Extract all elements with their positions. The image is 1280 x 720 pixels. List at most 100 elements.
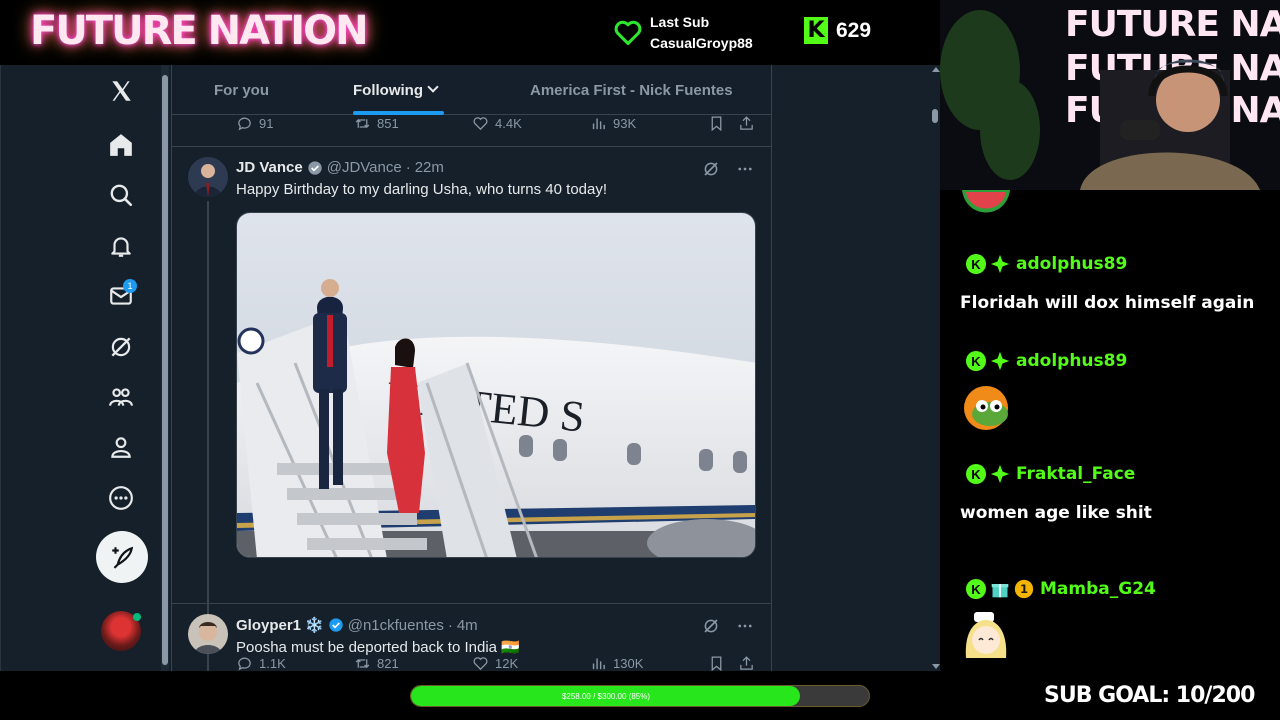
timeline: For you Following America First - Nick F… — [171, 65, 772, 671]
tweet-avatar[interactable] — [188, 157, 228, 197]
chat-username-row: K adolphus89 — [966, 351, 1127, 371]
tab-america-first[interactable]: America First - Nick Fuentes — [530, 65, 733, 115]
last-sub-name: CasualGroyp88 — [650, 35, 753, 51]
bottom-bar: $258.00 / $300.00 (85%) SUB GOAL: 10/200 — [0, 671, 1280, 720]
scroll-up-icon[interactable] — [932, 67, 940, 72]
top-bar: FUTURE NATION Last Sub CasualGroyp88 K 6… — [0, 0, 940, 65]
x-app-window: 1 For you Following America First - Nick… — [0, 65, 941, 671]
reply-button[interactable]: 91 — [236, 115, 273, 132]
chat-panel: K adolphus89 Floridah will dox himself a… — [940, 190, 1280, 670]
bookmark-button[interactable] — [708, 115, 725, 132]
share-icon — [740, 116, 753, 130]
tweet-text: Happy Birthday to my darling Usha, who t… — [236, 181, 608, 198]
tab-for-you[interactable]: For you — [214, 65, 269, 115]
tweet-text: Poosha must be deported back to India 🇮🇳 — [236, 639, 520, 656]
tweet-jd-vance[interactable]: JD Vance @JDVance · 22m Happy Birthday t… — [172, 147, 771, 671]
donation-goal-text: $258.00 / $300.00 (85%) — [561, 691, 651, 701]
notifications-icon[interactable] — [91, 226, 151, 266]
views-bar-icon — [592, 118, 605, 130]
x-sidebar: 1 — [91, 65, 151, 671]
tweet-header-icons — [702, 617, 754, 635]
chat-username[interactable]: Mamba_G24 — [1040, 579, 1156, 599]
chevron-down-icon — [427, 81, 439, 93]
tweet-gloyper1[interactable]: Gloyper1 ❄️ @n1ckfuentes · 4m Poosha mus… — [172, 604, 771, 671]
chat-username[interactable]: Fraktal_Face — [1016, 464, 1135, 484]
tab-following[interactable]: Following — [353, 65, 439, 115]
chat-username-row: K Fraktal_Face — [966, 464, 1135, 484]
repost-button[interactable]: 851 — [354, 115, 399, 132]
bookmark-icon — [711, 116, 722, 132]
grok-icon[interactable] — [702, 617, 720, 635]
messages-badge: 1 — [123, 279, 137, 293]
channel-logo: FUTURE NATION — [30, 8, 369, 54]
search-icon[interactable] — [91, 175, 151, 215]
kick-logo-icon: K — [804, 17, 828, 44]
author-name[interactable]: JD Vance — [236, 159, 303, 176]
reply-icon — [238, 117, 251, 131]
heart-outline-icon — [473, 117, 488, 131]
feather-plus-icon — [112, 546, 134, 569]
share-button[interactable] — [738, 115, 755, 132]
viewer-count-widget: K 629 — [804, 17, 871, 44]
x-logo-icon[interactable] — [91, 71, 151, 111]
scroll-down-icon[interactable] — [932, 664, 940, 669]
chat-message: women age like shit — [960, 503, 1152, 523]
more-icon[interactable] — [91, 478, 151, 518]
tweet-header: Gloyper1 ❄️ @n1ckfuentes · 4m — [236, 616, 478, 635]
views-button[interactable]: 93K — [590, 115, 636, 132]
webcam-feed: FUTURE NATION FUTURE NATION FUTURE NATIO… — [940, 0, 1280, 190]
green-gem-icon — [990, 351, 1010, 371]
neon-sign-line: FUTURE NATION — [1065, 4, 1280, 45]
verified-badge-icon — [308, 160, 322, 175]
kick-sub-badge-icon: K — [966, 579, 986, 599]
more-options-icon[interactable] — [736, 617, 754, 635]
tweet-time[interactable]: 4m — [457, 617, 478, 634]
timeline-tabs: For you Following America First - Nick F… — [172, 65, 771, 115]
kick-sub-badge-icon: K — [966, 351, 986, 371]
profile-icon[interactable] — [91, 427, 151, 467]
messages-icon[interactable]: 1 — [91, 276, 151, 316]
repost-icon — [355, 119, 370, 128]
chat-username[interactable]: adolphus89 — [1016, 254, 1127, 274]
stream-overlay: FUTURE NATION Last Sub CasualGroyp88 K 6… — [0, 0, 1280, 720]
grok-icon[interactable] — [702, 160, 720, 178]
communities-icon[interactable] — [91, 377, 151, 417]
verified-badge-icon — [329, 618, 343, 632]
sub-goal-label: SUB GOAL: 10/200 — [1044, 683, 1255, 708]
watermelon-emote — [960, 190, 1012, 228]
green-gem-icon — [990, 254, 1010, 274]
gift-icon — [991, 584, 1009, 598]
prev-tweet-actions: 91 851 4.4K 93K — [236, 115, 756, 135]
author-handle[interactable]: @JDVance — [327, 159, 402, 176]
post-button[interactable] — [96, 531, 148, 583]
last-sub-widget: Last Sub CasualGroyp88 — [614, 12, 753, 54]
online-status-dot — [133, 613, 141, 621]
viewer-count: 629 — [836, 18, 872, 42]
chat-username-row: K adolphus89 — [966, 254, 1127, 274]
donation-goal-bar: $258.00 / $300.00 (85%) — [410, 685, 870, 707]
chat-username-row: K 1 Mamba_G24 — [966, 579, 1156, 599]
grok-icon[interactable] — [91, 327, 151, 367]
chat-message: Floridah will dox himself again — [960, 293, 1255, 313]
author-name[interactable]: Gloyper1 — [236, 617, 301, 634]
tweet-header: JD Vance @JDVance · 22m — [236, 159, 444, 176]
scroll-thumb[interactable] — [932, 109, 938, 123]
pepe-orange-emote — [960, 382, 1012, 430]
home-icon[interactable] — [91, 125, 151, 165]
more-options-icon[interactable] — [736, 160, 754, 178]
tweet-header-icons — [702, 160, 754, 178]
like-button[interactable]: 4.4K — [472, 115, 522, 132]
sub-month-1-badge-icon: 1 — [1014, 579, 1034, 599]
kick-sub-badge-icon: K — [966, 464, 986, 484]
heart-icon — [614, 20, 642, 46]
last-sub-label: Last Sub — [650, 14, 710, 30]
tweet-avatar[interactable] — [188, 614, 228, 654]
kick-sub-badge-icon: K — [966, 254, 986, 274]
tweet-photo[interactable]: UNITED S — [236, 212, 756, 558]
sidebar-scrollbar[interactable] — [161, 65, 169, 671]
tweet-time[interactable]: 22m — [415, 159, 444, 176]
author-handle[interactable]: @n1ckfuentes — [348, 617, 444, 634]
chat-username[interactable]: adolphus89 — [1016, 351, 1127, 371]
green-gem-icon — [990, 464, 1010, 484]
svg-text:1: 1 — [1020, 582, 1028, 596]
